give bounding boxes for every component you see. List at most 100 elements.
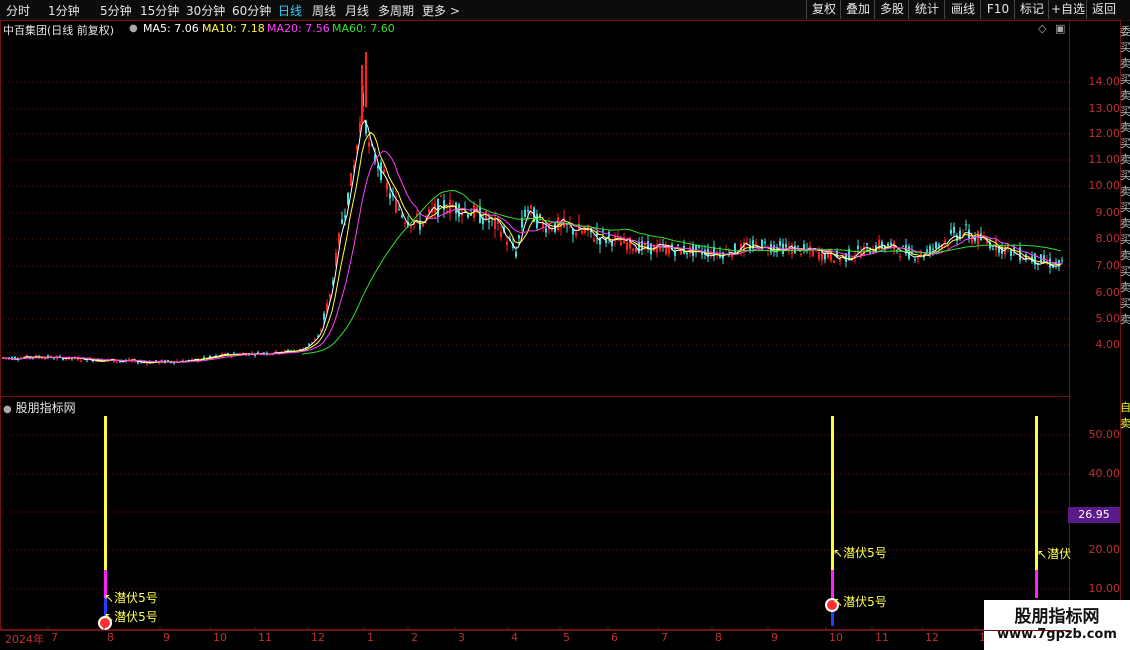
candle-body	[233, 352, 235, 354]
candle-body	[797, 245, 799, 247]
candle-body	[638, 241, 640, 253]
watermark-box: 股朋指标网 www.7gpzb.com	[984, 600, 1130, 650]
candle-body	[1061, 260, 1063, 262]
indicator-tick-label: 10.00	[1088, 582, 1121, 595]
candle-body	[581, 230, 583, 234]
candle-body	[866, 243, 868, 245]
ma60-line	[301, 189, 1062, 355]
candle-body	[641, 241, 643, 250]
price-tick-label: 6.00	[1095, 286, 1121, 299]
candle-body	[986, 241, 988, 244]
price-tick-label: 13.00	[1088, 102, 1121, 115]
date-tick-label: 7	[51, 631, 58, 644]
candle-body	[368, 142, 370, 147]
candle-body	[500, 231, 502, 238]
candle-body	[1043, 255, 1045, 262]
signal-bar-yellow	[104, 416, 107, 570]
candle-body	[428, 209, 430, 213]
candle-body	[398, 208, 400, 210]
order-book-strip-bottom: 自卖	[1120, 401, 1130, 430]
candle-body	[344, 215, 346, 218]
candle-body	[932, 248, 934, 250]
candle-body	[899, 255, 901, 257]
candle-body	[926, 249, 928, 252]
order-book-strip: 委买卖买卖买卖买卖买卖买卖买卖买卖买卖	[1120, 25, 1130, 326]
date-tick-label: 2	[411, 631, 418, 644]
candle-body	[818, 252, 820, 260]
date-tick-label: 7	[661, 631, 668, 644]
candle-body	[458, 204, 460, 217]
price-tick-label: 12.00	[1088, 127, 1121, 140]
date-tick-label: 10	[829, 631, 843, 644]
candle-body	[824, 253, 826, 260]
candle-body	[857, 245, 859, 250]
candle-body	[902, 245, 904, 247]
candle-body	[833, 260, 835, 263]
date-tick-label: 10	[213, 631, 227, 644]
candle-body	[551, 229, 553, 231]
date-tick-label: 5	[563, 631, 570, 644]
signal-bar-magenta	[1035, 570, 1038, 598]
indicator-tick-label: 20.00	[1088, 543, 1121, 556]
candle-body	[527, 210, 529, 212]
candle-body	[386, 182, 388, 190]
candlestick-chart	[0, 51, 1070, 366]
candle-body	[938, 244, 940, 247]
candle-body	[395, 198, 397, 213]
candle-body	[881, 241, 883, 248]
candle-body	[518, 235, 520, 239]
price-tick-label: 9.00	[1095, 206, 1121, 219]
candle-body	[341, 219, 343, 224]
back-button[interactable]: 返回	[1086, 0, 1121, 19]
signal-label: ↖潜伏5号	[833, 595, 887, 609]
candle-body	[275, 350, 277, 353]
date-tick-label: 3	[458, 631, 465, 644]
candle-body	[794, 245, 796, 254]
candle-body	[812, 250, 814, 257]
candle-body	[530, 205, 532, 209]
candle-body	[944, 240, 946, 243]
candle-body	[935, 242, 937, 249]
date-tick-label: 9	[771, 631, 778, 644]
candle-body	[350, 172, 352, 186]
candle-body	[992, 248, 994, 250]
candle-body	[968, 229, 970, 239]
candle-body	[800, 253, 802, 256]
candle-body	[383, 169, 385, 173]
candle-body	[632, 248, 634, 251]
candle-body	[410, 226, 412, 228]
indicator-tick-label: 40.00	[1088, 467, 1121, 480]
date-tick-label: 8	[715, 631, 722, 644]
ma10-line	[2, 131, 1062, 364]
watermark-title: 股朋指标网	[1014, 607, 1100, 627]
date-tick-label: 12	[925, 631, 939, 644]
candle-body	[53, 358, 55, 360]
date-tick-label: 6	[611, 631, 618, 644]
candle-body	[602, 230, 604, 232]
candle-body	[677, 244, 679, 246]
candle-body	[890, 242, 892, 245]
candle-body	[917, 257, 919, 259]
candle-body	[785, 244, 787, 248]
price-tick-label: 5.00	[1095, 312, 1121, 325]
indicator-tick-label: 50.00	[1088, 428, 1121, 441]
candle-body	[545, 228, 547, 233]
price-tick-label: 7.00	[1095, 259, 1121, 272]
price-tick-label: 8.00	[1095, 232, 1121, 245]
candle-body	[755, 242, 757, 244]
candle-body	[803, 244, 805, 249]
candle-body	[137, 361, 139, 364]
candle-body	[443, 200, 445, 210]
candle-body	[869, 252, 871, 254]
candle-body	[668, 248, 670, 254]
signal-label: ↖潜伏5号	[104, 591, 158, 605]
candle-body	[575, 232, 577, 236]
candle-body	[734, 243, 736, 253]
candle-body	[779, 241, 781, 246]
candle-body	[404, 223, 406, 225]
signal-label: ↖潜伏5号	[104, 610, 158, 624]
candle-body	[338, 233, 340, 243]
candle-body	[689, 246, 691, 254]
candle-body	[764, 241, 766, 244]
indicator-chart	[0, 416, 1070, 630]
